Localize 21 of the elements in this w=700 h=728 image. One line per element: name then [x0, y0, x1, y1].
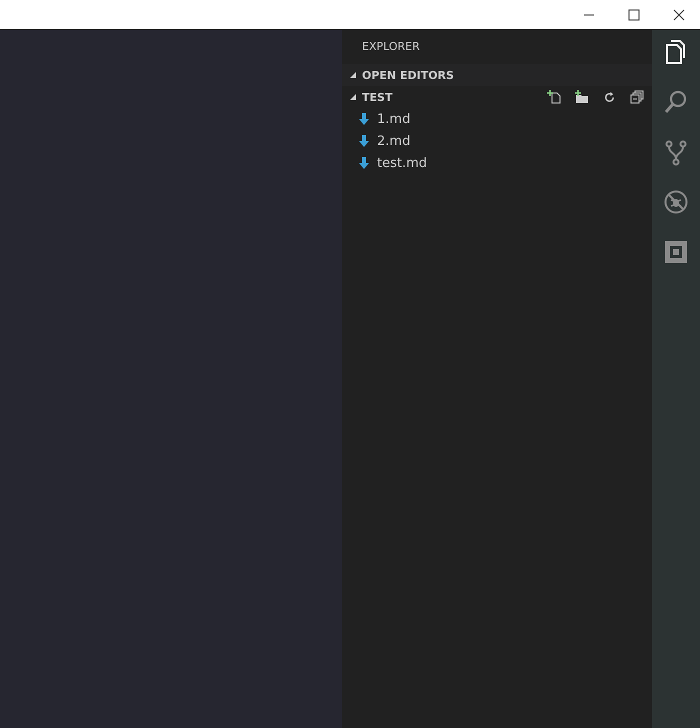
close-icon[interactable]: [673, 8, 685, 20]
sidebar-title: EXPLORER: [361, 39, 421, 55]
extensions-icon[interactable]: [664, 240, 688, 264]
branch-icon[interactable]: [664, 140, 688, 166]
files-icon[interactable]: [664, 40, 688, 64]
collapse-all-icon[interactable]: [630, 90, 644, 104]
down-arrow-icon: [359, 113, 369, 125]
file-item[interactable]: 2.md: [342, 130, 652, 152]
search-icon[interactable]: [664, 90, 688, 114]
no-bug-icon[interactable]: [664, 190, 688, 214]
file-item[interactable]: 1.md: [342, 108, 652, 130]
down-arrow-icon: [359, 135, 369, 147]
maximize-icon[interactable]: [628, 8, 640, 20]
file-item[interactable]: test.md: [342, 152, 652, 174]
section-header[interactable]: OPEN EDITORS: [342, 64, 652, 86]
expand-triangle-icon: [350, 94, 356, 100]
new-folder-icon[interactable]: [575, 90, 589, 104]
down-arrow-icon: [359, 157, 369, 169]
refresh-icon[interactable]: [603, 90, 616, 104]
new-file-icon[interactable]: [547, 90, 561, 104]
expand-triangle-icon: [350, 72, 356, 78]
